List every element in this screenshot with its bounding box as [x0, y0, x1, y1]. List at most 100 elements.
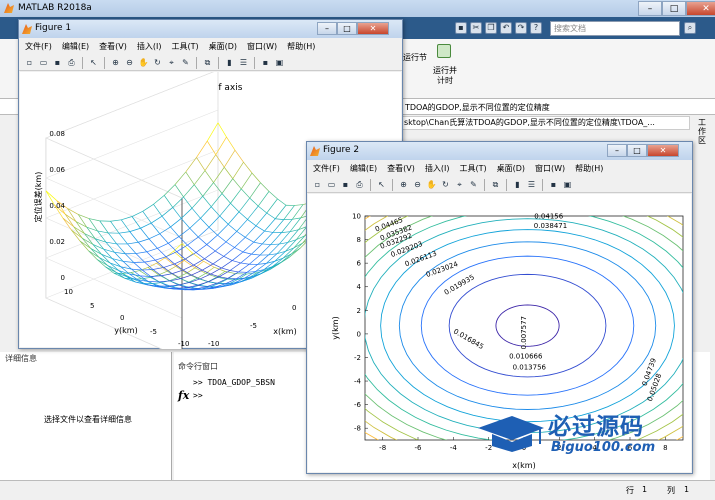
zoom-out-icon[interactable]: ⊖ [124, 57, 135, 68]
menu-help[interactable]: 帮助(H) [287, 41, 315, 52]
menu-tools[interactable]: 工具(T) [459, 163, 486, 174]
maximize-button[interactable]: □ [337, 22, 357, 35]
pan-icon[interactable]: ✋ [426, 179, 437, 190]
menu-view[interactable]: 查看(V) [99, 41, 127, 52]
maximize-button[interactable]: □ [627, 144, 647, 157]
undo-icon[interactable]: ↶ [500, 22, 512, 34]
data-cursor-icon[interactable]: ⌖ [166, 57, 177, 68]
menu-help[interactable]: 帮助(H) [575, 163, 603, 174]
mesh-line [204, 258, 214, 265]
save-icon[interactable]: ▪ [455, 22, 467, 34]
link-icon[interactable]: ⧉ [490, 179, 501, 190]
data-cursor-icon[interactable]: ⌖ [454, 179, 465, 190]
y-tick-label: 10 [352, 213, 361, 221]
contour-label: 0.007577 [520, 316, 528, 349]
colorbar-icon[interactable]: ▮ [224, 57, 235, 68]
command-prompt[interactable]: >> [193, 391, 203, 400]
close-button[interactable]: ✕ [357, 22, 389, 35]
maximize-button[interactable]: □ [662, 1, 686, 16]
menu-tools[interactable]: 工具(T) [171, 41, 198, 52]
zoom-in-icon[interactable]: ⊕ [398, 179, 409, 190]
pointer-icon[interactable]: ↖ [88, 57, 99, 68]
pan-icon[interactable]: ✋ [138, 57, 149, 68]
minimize-button[interactable]: – [638, 1, 662, 16]
fx-icon[interactable]: fx [178, 389, 189, 402]
mesh-line [253, 241, 263, 245]
run-and-time-button[interactable]: 运行并 计时 [430, 66, 460, 86]
menu-view[interactable]: 查看(V) [387, 163, 415, 174]
new-figure-icon[interactable]: ▫ [312, 179, 323, 190]
copy-icon[interactable]: ❐ [485, 22, 497, 34]
search-icon[interactable]: ⌕ [684, 22, 696, 34]
print-icon[interactable]: ⎙ [354, 179, 365, 190]
mesh-line [243, 161, 253, 174]
x-tick-label: -4 [450, 444, 458, 452]
legend-icon[interactable]: ☰ [238, 57, 249, 68]
redo-icon[interactable]: ↷ [515, 22, 527, 34]
print-icon[interactable]: ⎙ [66, 57, 77, 68]
toolbar-separator [104, 56, 105, 69]
cut-icon[interactable]: ✂ [470, 22, 482, 34]
hide-plot-tools-icon[interactable]: ▪ [548, 179, 559, 190]
matlab-title: MATLAB R2018a [18, 3, 92, 13]
menu-insert[interactable]: 插入(I) [137, 41, 162, 52]
figure-1-menubar: 文件(F) 编辑(E) 查看(V) 插入(I) 工具(T) 桌面(D) 窗口(W… [19, 39, 402, 54]
show-plot-tools-icon[interactable]: ▣ [274, 57, 285, 68]
y-tick-label: 6 [357, 260, 362, 268]
x-axis-label: x(km) [273, 327, 296, 336]
figure-1-toolbar: ▫ ▭ ▪ ⎙ ↖ ⊕ ⊖ ✋ ↻ ⌖ ✎ ⧉ ▮ ☰ ▪ ▣ [19, 55, 402, 71]
close-button[interactable]: ✕ [647, 144, 679, 157]
mesh-line [198, 236, 207, 245]
y-tick-label: 4 [357, 283, 362, 291]
open-file-icon[interactable]: ▭ [38, 57, 49, 68]
link-icon[interactable]: ⧉ [202, 57, 213, 68]
address-text[interactable]: TDOA的GDOP,显示不同位置的定位精度 [405, 102, 550, 113]
workspace-panel-label[interactable]: 工作区 [698, 118, 710, 145]
menu-edit[interactable]: 编辑(E) [350, 163, 377, 174]
menu-window[interactable]: 窗口(W) [535, 163, 565, 174]
run-section-button[interactable]: 运行节 [403, 52, 427, 63]
menu-file[interactable]: 文件(F) [25, 41, 52, 52]
menu-desktop[interactable]: 桌面(D) [497, 163, 525, 174]
z-axis-label: 定位误差(km) [33, 172, 43, 223]
mesh-line [242, 251, 252, 255]
mesh-line [240, 262, 250, 265]
mesh-line [266, 212, 276, 220]
menu-insert[interactable]: 插入(I) [425, 163, 450, 174]
z-tick-label: 0 [61, 274, 65, 282]
new-figure-icon[interactable]: ▫ [24, 57, 35, 68]
menu-window[interactable]: 窗口(W) [247, 41, 277, 52]
mesh-line [208, 276, 220, 282]
mesh-line [238, 197, 251, 213]
legend-icon[interactable]: ☰ [526, 179, 537, 190]
menu-edit[interactable]: 编辑(E) [62, 41, 89, 52]
save-icon[interactable]: ▪ [52, 57, 63, 68]
mesh-line [247, 219, 257, 227]
minimize-button[interactable]: – [317, 22, 337, 35]
open-file-icon[interactable]: ▭ [326, 179, 337, 190]
zoom-out-icon[interactable]: ⊖ [412, 179, 423, 190]
toolbar-separator [196, 56, 197, 69]
menu-file[interactable]: 文件(F) [313, 163, 340, 174]
figure-2-window-controls: – □ ✕ [607, 144, 679, 157]
show-plot-tools-icon[interactable]: ▣ [562, 179, 573, 190]
mesh-line [234, 247, 244, 253]
colorbar-icon[interactable]: ▮ [512, 179, 523, 190]
help-icon[interactable]: ? [530, 22, 542, 34]
pointer-icon[interactable]: ↖ [376, 179, 387, 190]
file-path[interactable]: sktop\Chan氏算法TDOA的GDOP,显示不同位置的定位精度\TDOA_… [400, 116, 690, 130]
brush-icon[interactable]: ✎ [468, 179, 479, 190]
toolbar-separator [254, 56, 255, 69]
brush-icon[interactable]: ✎ [180, 57, 191, 68]
minimize-button[interactable]: – [607, 144, 627, 157]
x-axis-label: x(km) [512, 461, 535, 470]
mesh-line [255, 212, 268, 227]
rotate-icon[interactable]: ↻ [440, 179, 451, 190]
zoom-in-icon[interactable]: ⊕ [110, 57, 121, 68]
close-button[interactable]: ✕ [686, 1, 715, 16]
save-icon[interactable]: ▪ [340, 179, 351, 190]
hide-plot-tools-icon[interactable]: ▪ [260, 57, 271, 68]
menu-desktop[interactable]: 桌面(D) [209, 41, 237, 52]
search-documentation-input[interactable]: 搜索文档 [550, 21, 680, 36]
rotate-icon[interactable]: ↻ [152, 57, 163, 68]
